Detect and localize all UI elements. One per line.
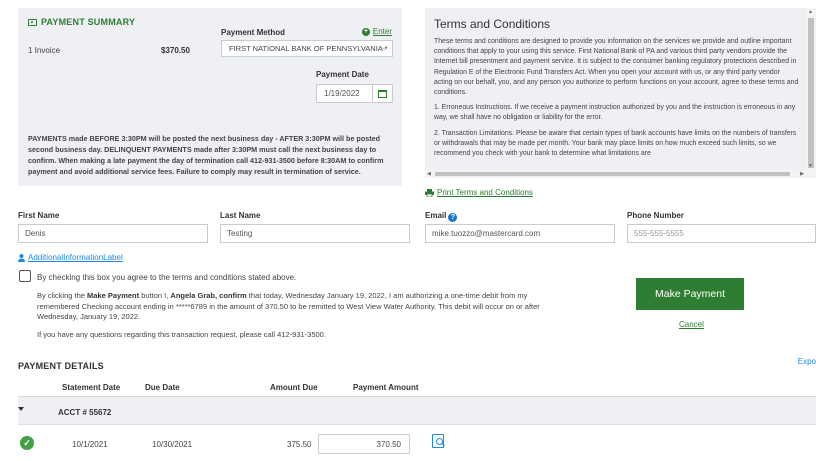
auth-name: Angela Grab, confirm [170, 291, 247, 300]
row-amount-due: 375.50 [287, 440, 312, 449]
document-search-icon[interactable] [432, 434, 444, 448]
scroll-up-icon: ▲ [808, 9, 813, 15]
scroll-right-icon: ▶ [800, 171, 804, 177]
print-terms-label: Print Terms and Conditions [437, 188, 533, 197]
col-due-date[interactable]: Due Date [145, 383, 180, 392]
terms-horizontal-scrollbar[interactable]: ◀ ▶ [425, 170, 806, 178]
phone-input[interactable]: 555-555-5555 [627, 224, 816, 243]
account-group-row[interactable] [18, 397, 816, 425]
terms-vertical-scrollbar[interactable]: ▲ ▼ [806, 8, 816, 178]
terms-consent-text: By checking this box you agree to the te… [37, 273, 297, 282]
auth-prefix: By clicking the [37, 291, 88, 300]
cancel-link[interactable]: Cancel [679, 320, 704, 329]
plus-circle-icon: + [361, 27, 370, 36]
terms-vertical-thumb[interactable] [808, 18, 814, 168]
additional-information-link[interactable]: AdditionalInformationLabel [18, 253, 123, 262]
authorization-text: By clicking the Make Payment button I, A… [37, 291, 557, 323]
invoice-count: 1 Invoice [28, 46, 61, 55]
first-name-input[interactable]: Denis [18, 224, 208, 243]
scroll-left-icon: ◀ [427, 171, 431, 177]
payment-details-title: PAYMENT DETAILS [18, 361, 104, 371]
terms-paragraph: These terms and conditions are designed … [434, 38, 799, 97]
auth-mid: button I, [139, 291, 171, 300]
row-due-date: 10/30/2021 [152, 440, 193, 449]
export-link[interactable]: Expo [798, 357, 816, 366]
contact-text: If you have any questions regarding this… [37, 330, 326, 339]
payment-method-value: FIRST NATIONAL BANK OF PENNSYLVANIA * [229, 44, 388, 53]
calendar-icon [378, 90, 387, 98]
payment-method-label: Payment Method [221, 28, 286, 37]
make-payment-button[interactable]: Make Payment [636, 278, 744, 310]
enter-payment-method-link[interactable]: + Enter [361, 27, 392, 36]
terms-horizontal-thumb[interactable] [435, 172, 790, 176]
terms-consent-checkbox[interactable] [19, 270, 31, 282]
row-statement-date: 10/1/2021 [72, 440, 108, 449]
print-terms-link[interactable]: Print Terms and Conditions [425, 188, 533, 197]
payment-date-input[interactable]: 1/19/2022 [316, 84, 373, 103]
additional-information-label: AdditionalInformationLabel [28, 253, 123, 262]
scroll-down-icon: ▼ [808, 163, 813, 169]
terms-paragraph: 1. Erroneous Instructions. If we receive… [434, 104, 796, 122]
col-amount-due[interactable]: Amount Due [270, 383, 318, 392]
check-circle-icon: ✓ [20, 436, 34, 450]
help-icon[interactable]: ? [448, 213, 458, 222]
print-icon [425, 188, 434, 197]
email-label-wrap: Email? [425, 211, 458, 222]
payment-amount-input[interactable]: 370.50 [318, 434, 410, 454]
last-name-label: Last Name [220, 211, 261, 220]
email-label: Email [425, 211, 447, 220]
summary-title: PAYMENT SUMMARY [41, 17, 136, 27]
payment-notice: PAYMENTS made BEFORE 3:30PM will be post… [28, 134, 384, 176]
account-label: ACCT # 55672 [58, 408, 112, 417]
terms-title: Terms and Conditions [434, 17, 551, 31]
terms-panel[interactable]: Terms and Conditions These terms and con… [425, 8, 816, 178]
wallet-icon [28, 18, 37, 26]
caret-down-icon[interactable] [18, 407, 24, 411]
calendar-button[interactable] [373, 84, 393, 103]
payment-summary-panel: PAYMENT SUMMARY 1 Invoice $370.50 Paymen… [18, 8, 402, 186]
summary-heading: PAYMENT SUMMARY [28, 17, 135, 27]
terms-body: These terms and conditions are designed … [434, 37, 800, 164]
col-payment-amount[interactable]: Payment Amount [353, 383, 419, 392]
first-name-label: First Name [18, 211, 60, 220]
terms-paragraph: 2. Transaction Limitations. Please be aw… [434, 129, 797, 158]
payment-method-select[interactable]: FIRST NATIONAL BANK OF PENNSYLVANIA * ⌵ [221, 40, 393, 57]
last-name-input[interactable]: Testing [220, 224, 410, 243]
chevron-down-icon: ⌵ [381, 45, 387, 52]
payment-date-label: Payment Date [316, 70, 369, 79]
auth-button-ref: Make Payment [87, 291, 140, 300]
enter-link-label: Enter [372, 27, 392, 36]
email-input[interactable]: mike.tuozzo@mastercard.com [425, 224, 615, 243]
phone-label: Phone Number [627, 211, 684, 220]
user-icon [18, 253, 25, 262]
invoice-total: $370.50 [161, 46, 190, 55]
col-statement-date[interactable]: Statement Date [62, 383, 120, 392]
